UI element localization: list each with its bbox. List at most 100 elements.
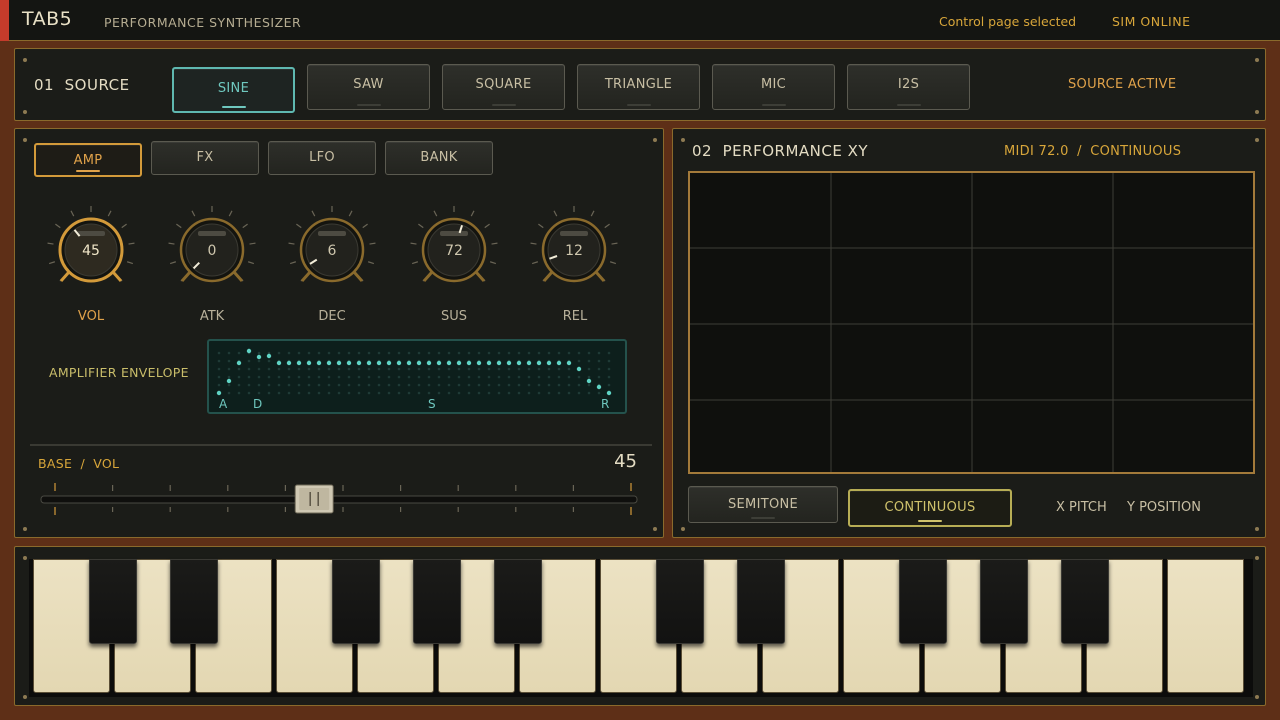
connection-status: SIM ONLINE [1112,14,1191,29]
x-axis-label: X PITCH [1056,500,1107,515]
xy-section-number: 02 [692,142,713,160]
semitone-button[interactable]: SEMITONE [688,486,838,523]
envelope-point [276,360,282,366]
black-key[interactable] [656,559,704,644]
envelope-point [596,384,602,390]
xy-section-title: 02 PERFORMANCE XY [692,142,868,160]
slider-label-param: VOL [93,456,120,471]
envelope-point [296,360,302,366]
envelope-point [576,366,582,372]
envelope-point [566,360,572,366]
envelope-point [546,360,552,366]
knob-sus-label: SUS [440,309,468,324]
envelope-point [406,360,412,366]
source-section-title: 01 SOURCE [34,76,130,94]
midi-readout: MIDI 72.0 [1004,144,1069,159]
source-i2s-label: I2S [897,77,920,92]
envelope-point [356,360,362,366]
piano-keyboard [29,559,1253,697]
brand-accent-strip [0,0,9,41]
source-triangle-button[interactable]: TRIANGLE [577,64,700,110]
envelope-point [436,360,442,366]
envelope-point [366,360,372,366]
knob-atk-label: ATK [199,309,225,324]
envelope-point [486,360,492,366]
y-axis-label: Y POSITION [1127,500,1201,515]
slider-label: BASE / VOL [38,456,119,471]
envelope-graph [216,348,612,396]
slider-thumb[interactable] [294,484,334,514]
envelope-point [416,360,422,366]
envelope-point [426,360,432,366]
source-square-label: SQUARE [475,77,532,92]
source-section-label: SOURCE [64,76,130,94]
black-key[interactable] [170,559,218,644]
knob-rel[interactable]: 12 [530,206,618,283]
envelope-point [236,360,242,366]
env-marker-a: A [219,397,228,411]
envelope-point [226,378,232,384]
envelope-point [346,360,352,366]
envelope-display: A D S R [207,339,627,414]
continuous-button[interactable]: CONTINUOUS [848,489,1012,527]
source-mic-button[interactable]: MIC [712,64,835,110]
envelope-point [306,360,312,366]
envelope-point [536,360,542,366]
envelope-point [496,360,502,366]
envelope-point [386,360,392,366]
top-bar: TAB5 PERFORMANCE SYNTHESIZER Control pag… [0,0,1280,41]
black-key[interactable] [1061,559,1109,644]
source-mic-label: MIC [760,77,787,92]
source-sine-button[interactable]: SINE [172,67,295,113]
knob-sus[interactable]: 72 [410,206,498,283]
knob-dec[interactable]: 6 [288,206,376,283]
slider-label-base: BASE [38,456,73,471]
knob-atk-value: 0 [208,243,217,259]
envelope-point [376,360,382,366]
source-triangle-label: TRIANGLE [604,77,673,92]
knob-vol[interactable]: 45 [47,206,135,283]
black-key[interactable] [332,559,380,644]
black-key[interactable] [494,559,542,644]
envelope-point [216,390,222,396]
envelope-point [476,360,482,366]
knob-rel-value: 12 [565,243,583,259]
xy-panel: 02 PERFORMANCE XY MIDI 72.0 / CONTINUOUS… [672,128,1266,538]
divider [30,444,652,446]
base-slider[interactable] [35,479,645,519]
env-marker-d: D [253,397,263,411]
envelope-point [506,360,512,366]
black-key[interactable] [899,559,947,644]
knob-dec-value: 6 [328,243,337,259]
envelope-point [586,378,592,384]
source-square-button[interactable]: SQUARE [442,64,565,110]
envelope-point [606,390,612,396]
source-sine-label: SINE [217,81,250,96]
black-key[interactable] [413,559,461,644]
knob-vol-value: 45 [82,243,100,259]
source-section-number: 01 [34,76,55,94]
black-key[interactable] [980,559,1028,644]
black-key[interactable] [89,559,137,644]
slider-value: 45 [614,451,637,472]
source-saw-label: SAW [353,77,384,92]
envelope-point [456,360,462,366]
envelope-point [246,348,252,354]
xy-readout: MIDI 72.0 / CONTINUOUS [1004,144,1181,159]
source-status: SOURCE ACTIVE [1068,77,1177,92]
xy-pad[interactable] [688,171,1255,474]
source-i2s-button[interactable]: I2S [847,64,970,110]
envelope-point [556,360,562,366]
source-saw-button[interactable]: SAW [307,64,430,110]
knob-vol-label: VOL [77,309,105,324]
knob-row: 45 0 6 72 12 [47,206,618,283]
black-key[interactable] [737,559,785,644]
envelope-point [396,360,402,366]
envelope-point [326,360,332,366]
envelope-point [516,360,522,366]
keyboard-panel [14,546,1266,706]
knob-atk[interactable]: 0 [168,206,256,283]
envelope-point [446,360,452,366]
source-panel: 01 SOURCE SINE SAW SQUARE TRIANGLE MIC I… [14,48,1266,121]
white-key[interactable] [1167,559,1244,693]
